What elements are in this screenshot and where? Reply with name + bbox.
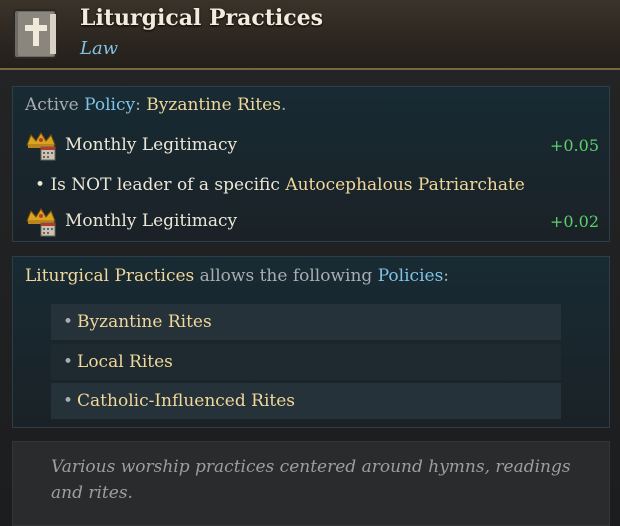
active-policy-heading: Active Policy: Byzantine Rites. — [25, 95, 287, 115]
policy-link[interactable]: Policy — [84, 95, 135, 115]
law-description: Various worship practices centered aroun… — [51, 457, 571, 503]
active-policy-value[interactable]: Byzantine Rites — [146, 95, 281, 115]
modifier-row: Monthly Legitimacy +0.02 — [25, 207, 599, 237]
law-type-label: Law — [80, 38, 119, 59]
crown-legitimacy-icon — [26, 132, 56, 161]
modifier-value: +0.02 — [549, 212, 599, 231]
policy-item-label: Catholic-Influenced Rites — [77, 391, 296, 411]
law-title: Liturgical Practices — [80, 5, 324, 31]
modifier-label: Monthly Legitimacy — [65, 135, 238, 155]
policy-item-label: Byzantine Rites — [77, 312, 212, 332]
modifier-value: +0.05 — [549, 136, 599, 155]
policy-item-catholic-influenced-rites[interactable]: • Catholic-Influenced Rites — [51, 383, 561, 419]
policy-item-local-rites[interactable]: • Local Rites — [51, 344, 561, 380]
allowed-policies-heading: Liturgical Practices allows the followin… — [25, 266, 450, 286]
policies-link[interactable]: Policies — [378, 266, 444, 286]
condition-row: • Is NOT leader of a specific Autocephal… — [35, 175, 525, 195]
modifier-label: Monthly Legitimacy — [65, 211, 238, 231]
law-tooltip: Liturgical Practices Law Active Policy: … — [0, 0, 620, 526]
law-link[interactable]: Liturgical Practices — [25, 266, 194, 286]
crown-legitimacy-icon — [26, 208, 56, 237]
active-policy-section: Active Policy: Byzantine Rites. Monthly … — [12, 86, 610, 242]
description-box: Various worship practices centered aroun… — [12, 441, 610, 526]
policy-item-byzantine-rites[interactable]: • Byzantine Rites — [51, 304, 561, 340]
condition-highlight[interactable]: Autocephalous Patriarchate — [285, 175, 525, 195]
allowed-policies-section: Liturgical Practices allows the followin… — [12, 256, 610, 428]
tooltip-header: Liturgical Practices Law — [0, 0, 620, 70]
modifier-row: Monthly Legitimacy +0.05 — [25, 131, 599, 161]
policy-item-label: Local Rites — [77, 352, 173, 372]
bible-icon — [13, 9, 57, 59]
